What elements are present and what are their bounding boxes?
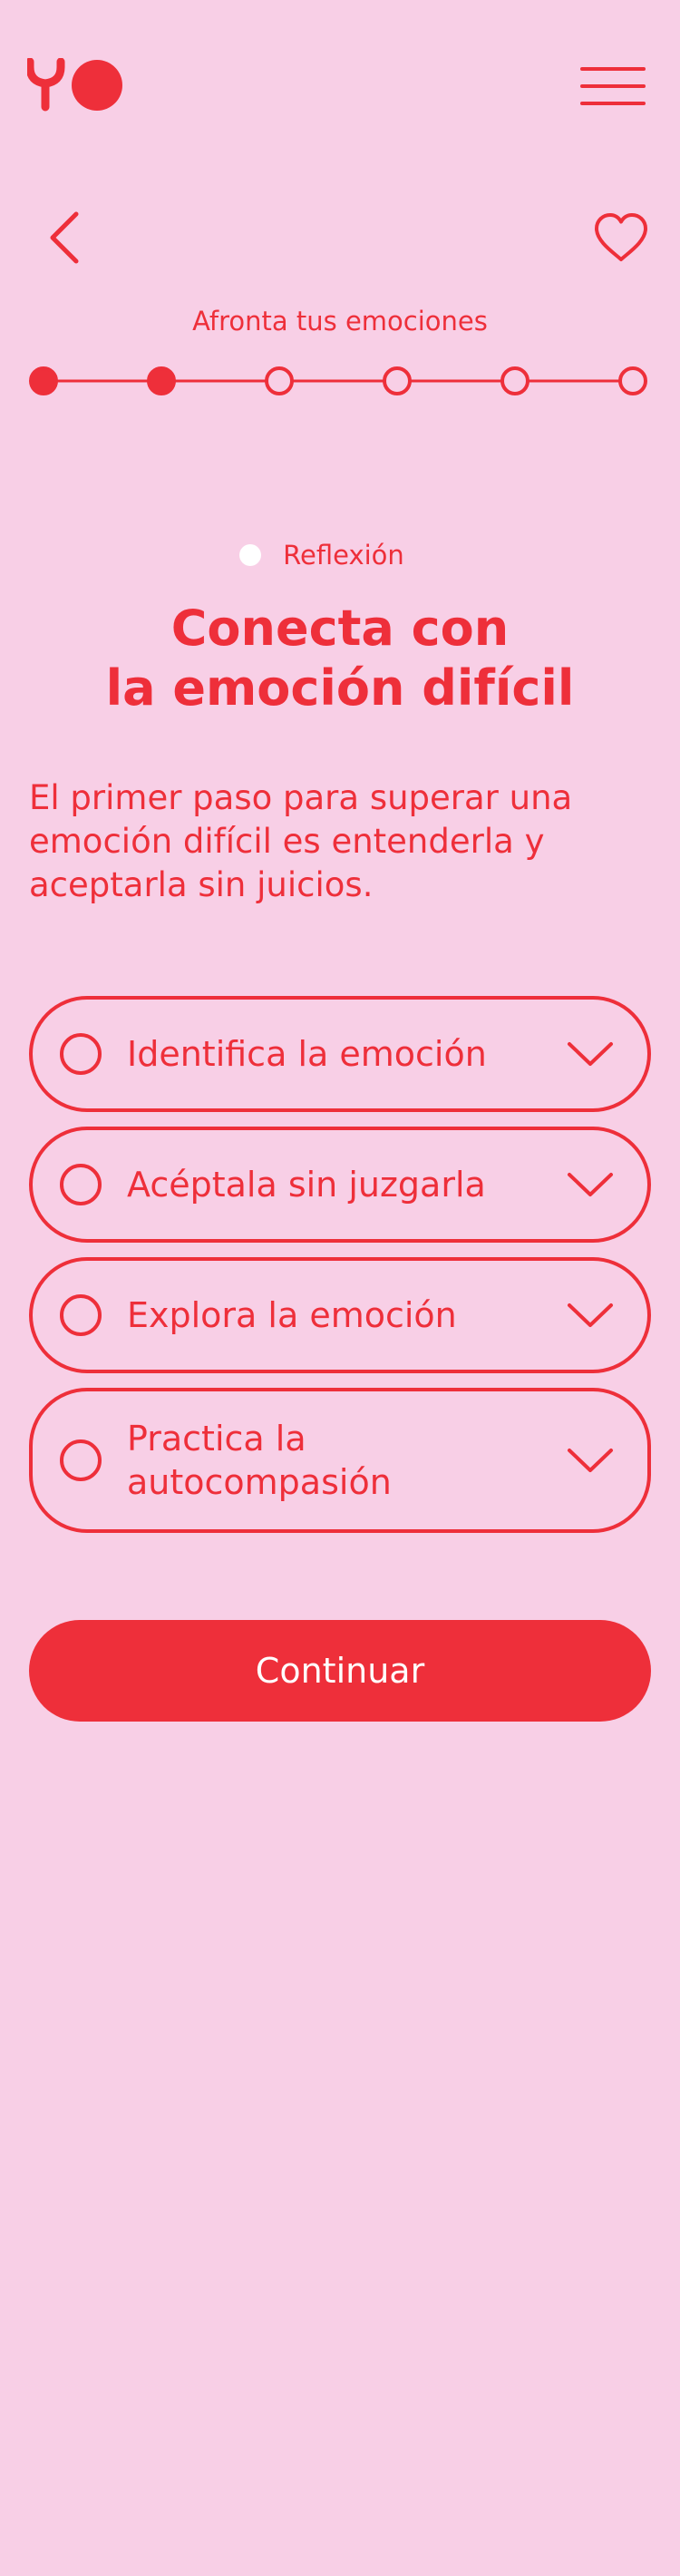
continue-button[interactable]: Continuar [29, 1620, 651, 1722]
stepper-dot-pending [265, 366, 294, 395]
hamburger-menu-icon[interactable] [580, 65, 646, 107]
radio-circle-icon[interactable] [60, 1033, 102, 1075]
heart-outline-icon[interactable] [593, 212, 649, 263]
stepper-dot-pending [383, 366, 412, 395]
stepper-dot-completed [147, 366, 176, 395]
chevron-left-icon[interactable] [44, 209, 87, 267]
accordion-item-explore[interactable]: Explora la emoción [29, 1257, 651, 1373]
yo-logo[interactable] [25, 57, 127, 112]
page-title: Conecta con la emoción difícil [0, 599, 680, 718]
content-type-tag: Reflexión [0, 537, 680, 573]
radio-circle-icon[interactable] [60, 1439, 102, 1481]
chevron-down-icon[interactable] [566, 1040, 615, 1068]
stepper-dot-pending [500, 366, 529, 395]
intro-text: El primer paso para superar una emoción … [29, 778, 573, 904]
accordion-item-label: Practica la autocompasión [127, 1419, 392, 1502]
chevron-down-icon[interactable] [566, 1171, 615, 1198]
radio-circle-icon[interactable] [60, 1294, 102, 1336]
tag-dot-icon [239, 544, 262, 566]
progress-stepper [29, 366, 647, 395]
accordion-item-label: Explora la emoción [127, 1295, 457, 1335]
accordion-item-accept[interactable]: Acéptala sin juzgarla [29, 1127, 651, 1243]
page-title-line-2: la emoción difícil [105, 659, 575, 717]
chevron-down-icon[interactable] [566, 1447, 615, 1474]
module-title: Afronta tus emociones [192, 306, 488, 337]
chevron-down-icon[interactable] [566, 1302, 615, 1329]
stepper-dot-completed [29, 366, 58, 395]
accordion-item-label: Identifica la emoción [127, 1034, 487, 1074]
accordion-item-identify[interactable]: Identifica la emoción [29, 996, 651, 1112]
page-title-line-1: Conecta con [170, 600, 510, 657]
stepper-dot-pending [618, 366, 647, 395]
radio-circle-icon[interactable] [60, 1164, 102, 1205]
accordion-item-label: Acéptala sin juzgarla [127, 1165, 486, 1205]
continue-button-label: Continuar [255, 1651, 425, 1691]
accordion-item-self-compassion[interactable]: Practica la autocompasión [29, 1388, 651, 1533]
tag-label: Reflexión [283, 540, 404, 571]
